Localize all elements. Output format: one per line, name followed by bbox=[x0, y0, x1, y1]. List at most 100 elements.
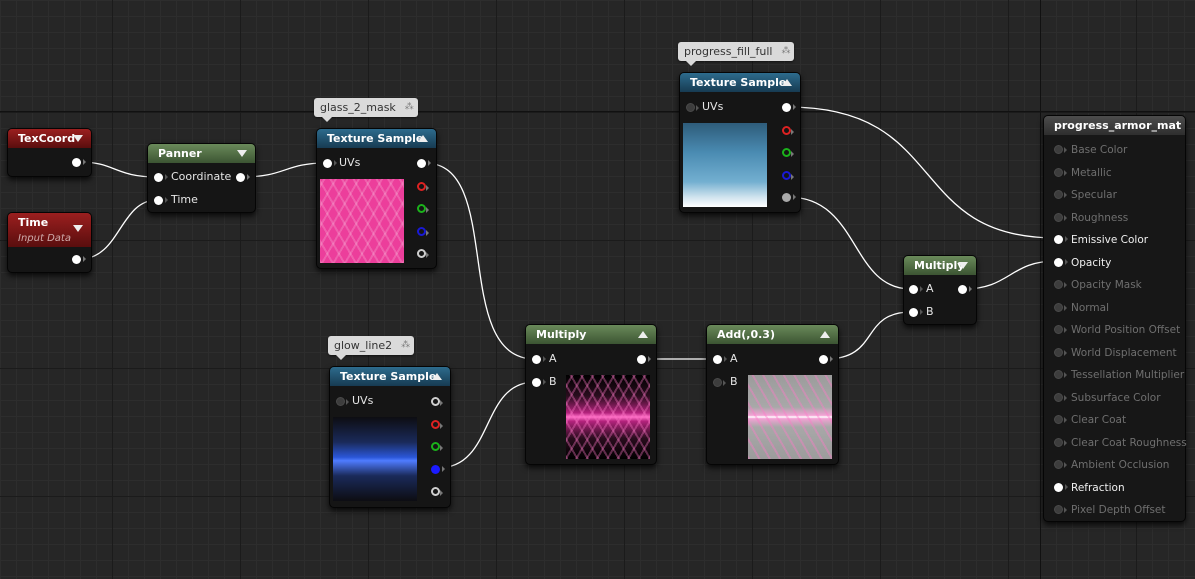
multiply-b-pin[interactable] bbox=[909, 308, 923, 317]
comment-bubble-progress[interactable]: progress_fill_full ⁂ bbox=[678, 42, 795, 66]
add-output-pin[interactable] bbox=[819, 355, 833, 364]
r-output-pin[interactable] bbox=[417, 182, 429, 191]
texture-sample-progress-header[interactable]: Texture Sample bbox=[680, 73, 800, 92]
collapse-arrow-icon[interactable] bbox=[237, 150, 247, 157]
texcoord-output-pin[interactable] bbox=[72, 158, 86, 167]
g-output-pin[interactable] bbox=[782, 148, 794, 157]
material-input-pin[interactable] bbox=[1054, 257, 1068, 267]
r-output-pin[interactable] bbox=[431, 420, 443, 429]
material-input-pin[interactable] bbox=[1054, 325, 1067, 334]
a-output-pin[interactable] bbox=[431, 487, 443, 496]
comment-glow-text: glow_line2 bbox=[334, 339, 393, 352]
time-output-pin[interactable] bbox=[72, 255, 86, 264]
wire-glass-to-multiply-a bbox=[424, 162, 536, 360]
multiply-a-pin[interactable] bbox=[532, 355, 546, 364]
comment-progress-text: progress_fill_full bbox=[684, 45, 773, 58]
material-input-pin[interactable] bbox=[1054, 437, 1067, 447]
multiply-output-pin[interactable] bbox=[958, 285, 972, 294]
b-output-pin[interactable] bbox=[431, 465, 445, 474]
texture-sample-glass-header[interactable]: Texture Sample bbox=[317, 129, 436, 148]
texture-sample-glow-header[interactable]: Texture Sample bbox=[330, 367, 450, 386]
material-input-label: Tessellation Multiplier bbox=[1071, 369, 1185, 381]
collapse-arrow-icon[interactable] bbox=[418, 135, 428, 142]
b-output-pin[interactable] bbox=[782, 171, 794, 180]
material-input-label: Pixel Depth Offset bbox=[1071, 504, 1166, 516]
collapse-arrow-icon[interactable] bbox=[73, 225, 83, 232]
wire-layer bbox=[79, 106, 1057, 469]
collapse-arrow-icon[interactable] bbox=[432, 373, 442, 380]
comment-glass-text: glass_2_mask bbox=[320, 101, 396, 114]
material-input-pin[interactable] bbox=[1054, 302, 1067, 312]
comment-bubble-glow[interactable]: glow_line2 ⁂ bbox=[328, 336, 415, 360]
time-node[interactable]: Time Input Data bbox=[7, 212, 92, 273]
multiply-a-pin[interactable] bbox=[909, 285, 923, 294]
material-input-pin[interactable] bbox=[1054, 235, 1068, 244]
panner-time-pin[interactable] bbox=[154, 196, 168, 205]
material-input-pin[interactable] bbox=[1054, 415, 1067, 424]
collapse-arrow-icon[interactable] bbox=[73, 135, 83, 142]
material-input-pin[interactable] bbox=[1054, 482, 1068, 492]
glass-texture-preview bbox=[320, 179, 404, 263]
multiply-preview bbox=[566, 375, 650, 459]
texture-sample-progress-node[interactable]: Texture Sample UVs bbox=[679, 72, 801, 213]
add-node[interactable]: Add(,0.3) A B bbox=[706, 324, 839, 465]
add-preview bbox=[748, 375, 832, 459]
texture-sample-glow-node[interactable]: Texture Sample UVs bbox=[329, 366, 451, 508]
time-subtitle: Input Data bbox=[18, 233, 71, 244]
collapse-arrow-icon[interactable] bbox=[782, 79, 792, 86]
material-input-pin[interactable] bbox=[1054, 212, 1067, 222]
rgb-output-pin[interactable] bbox=[417, 159, 431, 168]
material-result-header[interactable]: progress_armor_mat bbox=[1044, 116, 1185, 135]
texcoord-node[interactable]: TexCoord bbox=[7, 128, 92, 177]
pin-comment-icon[interactable]: ⁂ bbox=[781, 46, 790, 56]
material-input-pin[interactable] bbox=[1054, 392, 1067, 402]
add-a-pin[interactable] bbox=[713, 355, 727, 364]
collapse-arrow-icon[interactable] bbox=[638, 331, 648, 338]
add-b-pin[interactable] bbox=[713, 378, 726, 387]
material-input-pin[interactable] bbox=[1054, 145, 1067, 154]
panner-node[interactable]: Panner Coordinate Time bbox=[147, 143, 256, 213]
g-output-pin[interactable] bbox=[431, 442, 443, 451]
rgb-output-pin[interactable] bbox=[431, 397, 443, 406]
multiply-node-right[interactable]: Multiply A B bbox=[903, 255, 977, 325]
material-input-label: Base Color bbox=[1071, 144, 1128, 156]
material-input-pin[interactable] bbox=[1054, 370, 1067, 379]
multiply-output-pin[interactable] bbox=[637, 355, 651, 364]
a-output-pin[interactable] bbox=[417, 249, 429, 258]
time-header[interactable]: Time Input Data bbox=[8, 213, 91, 247]
rgb-output-pin[interactable] bbox=[782, 103, 796, 112]
progress-texture-preview bbox=[683, 123, 767, 207]
uvs-input-pin[interactable] bbox=[336, 397, 349, 406]
multiply-node-mid[interactable]: Multiply A B bbox=[525, 324, 657, 465]
material-input-pin[interactable] bbox=[1054, 460, 1067, 469]
comment-bubble-glass[interactable]: glass_2_mask ⁂ bbox=[314, 98, 418, 122]
material-input-pin[interactable] bbox=[1054, 280, 1067, 289]
uvs-input-pin[interactable] bbox=[323, 159, 337, 168]
multiply-a-label: A bbox=[549, 352, 557, 365]
g-output-pin[interactable] bbox=[417, 204, 429, 213]
pin-comment-icon[interactable]: ⁂ bbox=[405, 102, 414, 112]
material-input-pin[interactable] bbox=[1054, 347, 1067, 357]
material-input-pin[interactable] bbox=[1054, 190, 1067, 199]
b-output-pin[interactable] bbox=[417, 227, 429, 236]
texcoord-header[interactable]: TexCoord bbox=[8, 129, 91, 148]
material-input-pin[interactable] bbox=[1054, 505, 1067, 514]
wire-progress-to-multiply-b bbox=[787, 196, 912, 290]
multiply-right-header[interactable]: Multiply bbox=[904, 256, 976, 275]
collapse-arrow-icon[interactable] bbox=[958, 262, 968, 269]
material-result-node[interactable]: progress_armor_mat Base Color Metallic Spe… bbox=[1043, 115, 1187, 522]
collapse-arrow-icon[interactable] bbox=[820, 331, 830, 338]
uvs-input-pin[interactable] bbox=[686, 103, 699, 112]
texture-sample-glass-node[interactable]: Texture Sample UVs bbox=[316, 128, 437, 269]
multiply-b-pin[interactable] bbox=[532, 378, 546, 387]
texture-sample-glow-title: Texture Sample bbox=[340, 370, 437, 383]
add-header[interactable]: Add(,0.3) bbox=[707, 325, 838, 344]
panner-coordinate-pin[interactable] bbox=[154, 173, 168, 182]
multiply-mid-header[interactable]: Multiply bbox=[526, 325, 656, 344]
a-output-pin[interactable] bbox=[782, 193, 796, 202]
panner-output-pin[interactable] bbox=[236, 173, 250, 182]
panner-header[interactable]: Panner bbox=[148, 144, 255, 163]
pin-comment-icon[interactable]: ⁂ bbox=[401, 340, 410, 350]
material-input-pin[interactable] bbox=[1054, 167, 1067, 177]
r-output-pin[interactable] bbox=[782, 126, 794, 135]
